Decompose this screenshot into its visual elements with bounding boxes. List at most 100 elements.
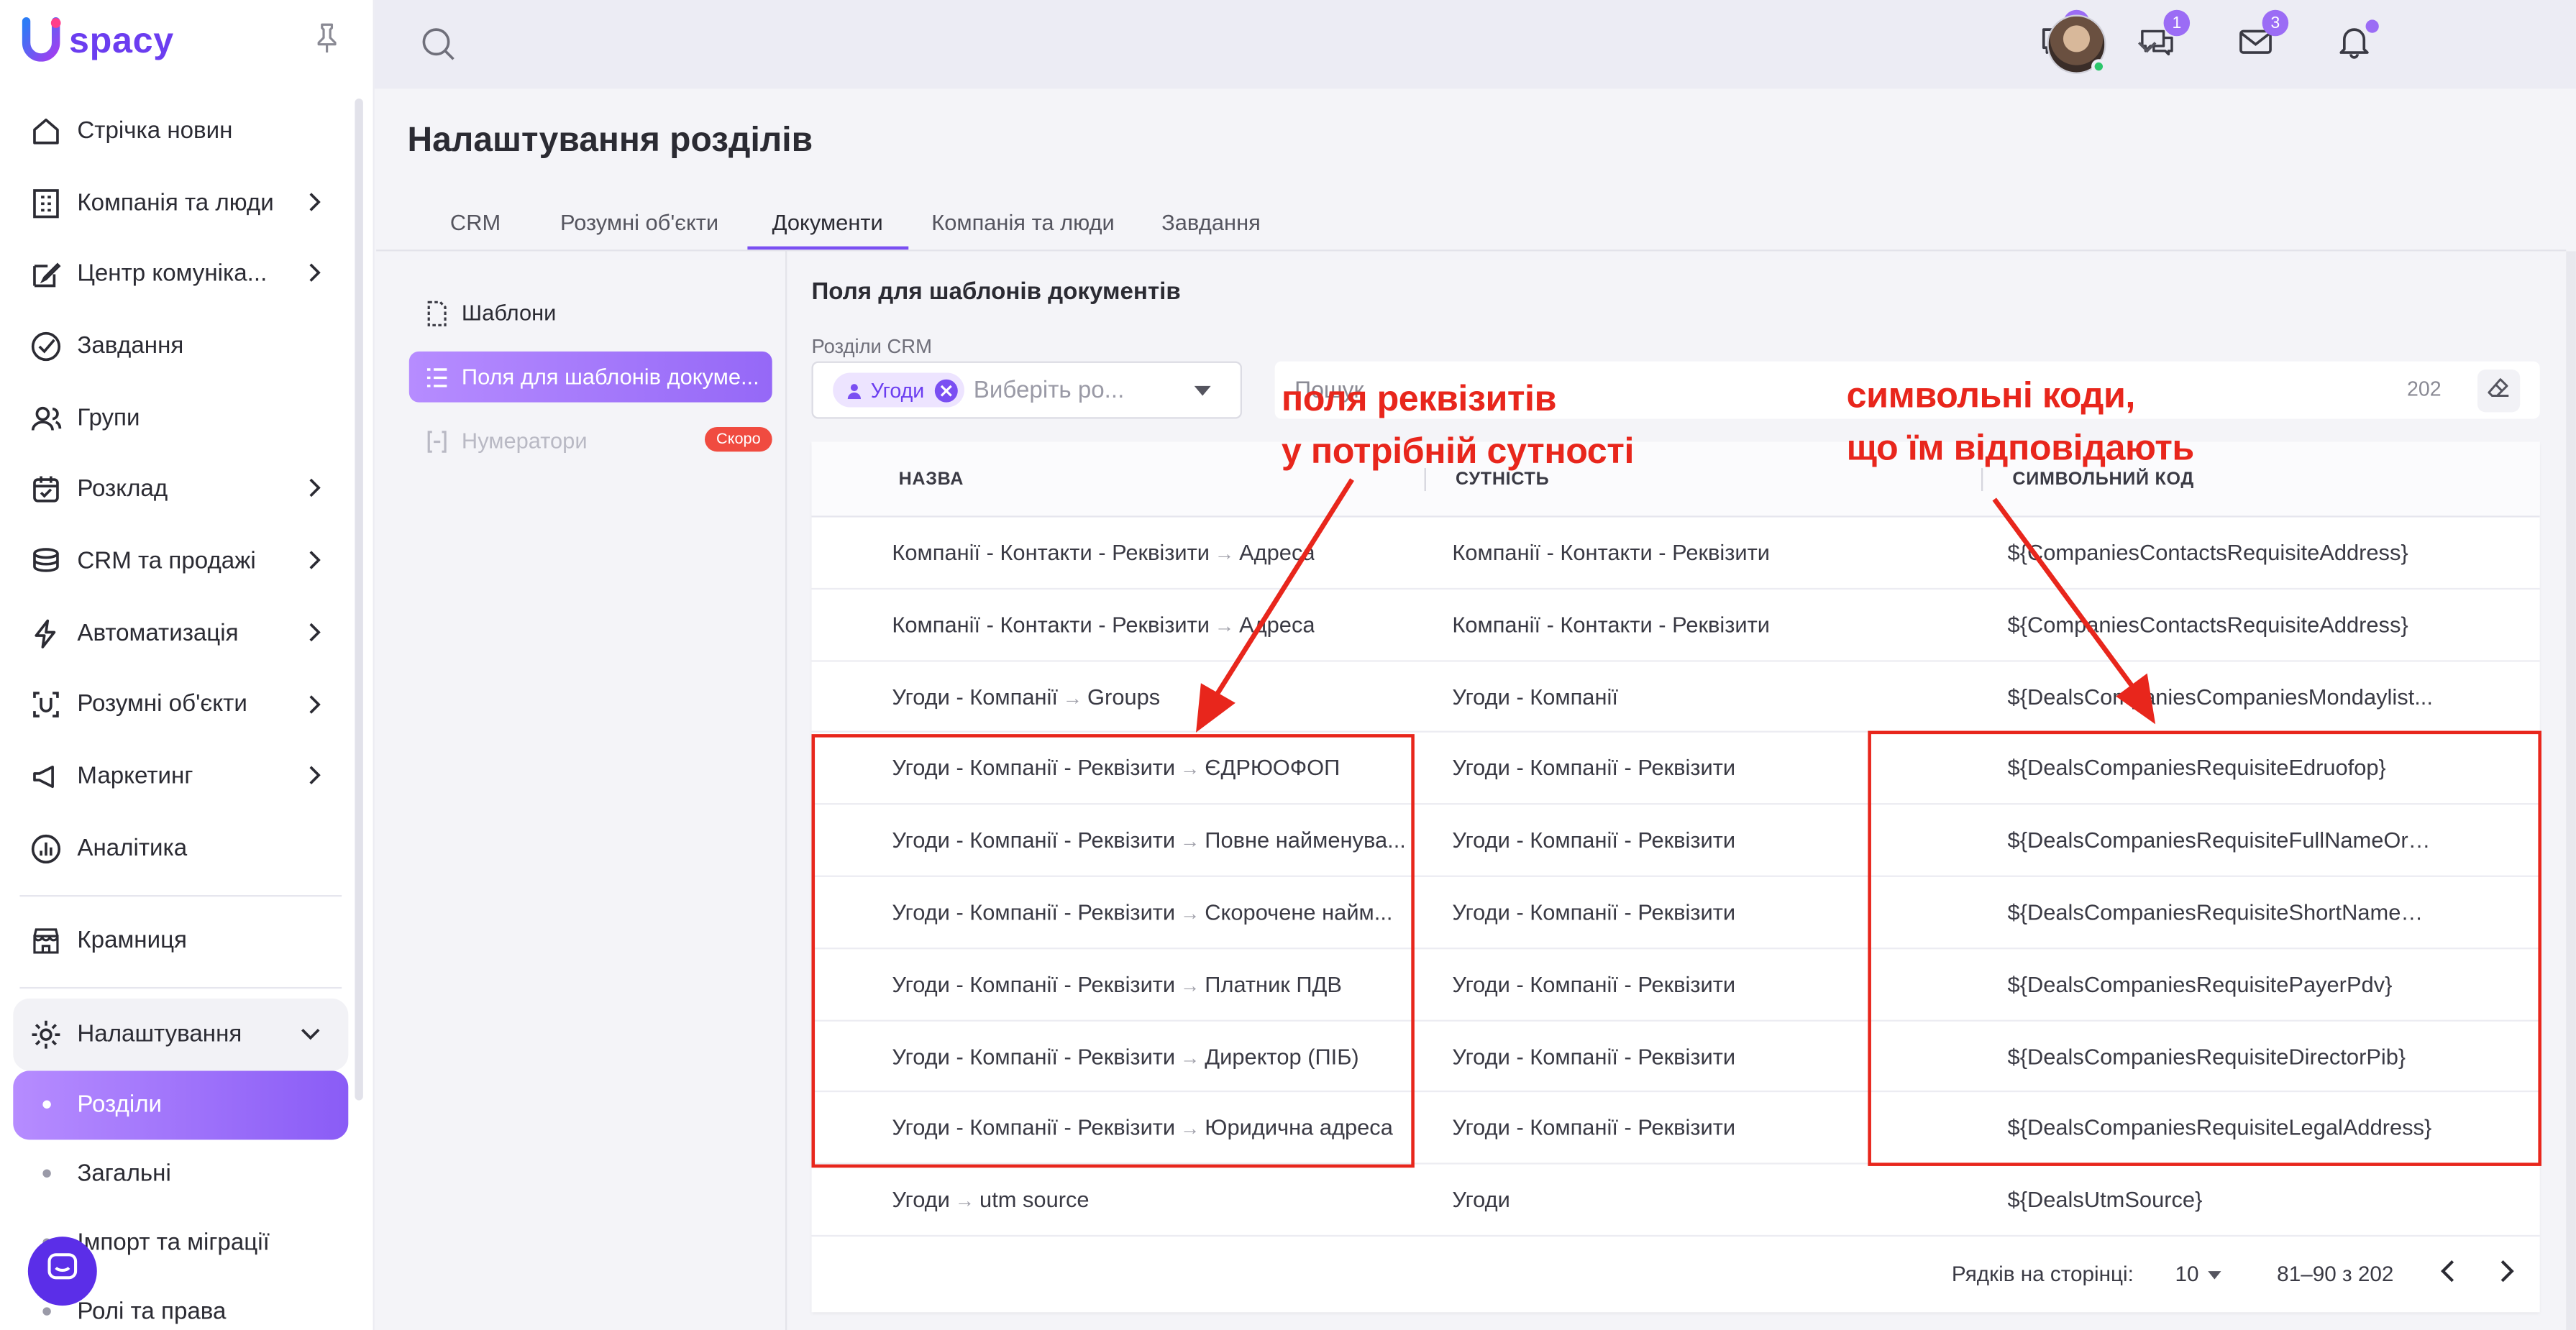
chip-remove-icon[interactable] bbox=[933, 378, 957, 402]
sidebar-item-analytics[interactable]: Аналітика bbox=[13, 812, 348, 884]
pin-icon[interactable] bbox=[316, 23, 339, 61]
crm-sections-label: Розділи CRM bbox=[811, 335, 932, 358]
cell-code[interactable]: ${CompaniesContactsRequisiteAddress} bbox=[2008, 541, 2408, 565]
cell-name: Компанії - Контакти - Реквізити → Адреса bbox=[892, 541, 1315, 565]
chevron-left-icon bbox=[2438, 1260, 2461, 1289]
sidebar-item-label: Центр комуніка... bbox=[77, 261, 268, 288]
building-icon bbox=[29, 186, 63, 219]
tab-smart-objects[interactable]: Розумні об'єкти bbox=[560, 210, 718, 234]
menu-item-label: Нумератори bbox=[461, 428, 588, 454]
logo[interactable]: spacy bbox=[19, 17, 173, 66]
selected-chip[interactable]: Угоди bbox=[833, 372, 964, 408]
rows-per-page-label: Рядків на сторінці: bbox=[1951, 1261, 2134, 1286]
sidebar-item-label: CRM та продажі bbox=[77, 548, 256, 575]
settings-sub-item-sections[interactable]: Розділи bbox=[13, 1070, 349, 1140]
tab-company[interactable]: Компанія та люди bbox=[931, 210, 1114, 234]
chat-icon bbox=[45, 1249, 81, 1293]
notifications-button[interactable] bbox=[2336, 19, 2379, 68]
coins-icon bbox=[29, 545, 63, 578]
tab-tasks[interactable]: Завдання bbox=[1161, 210, 1261, 234]
chevron-right-icon bbox=[306, 549, 322, 578]
sidebar-item-groups[interactable]: Групи bbox=[13, 382, 348, 454]
field-name: Адреса bbox=[1239, 540, 1315, 565]
crm-sections-select[interactable]: Угоди Виберіть ро... bbox=[811, 361, 1243, 419]
list-icon bbox=[426, 365, 449, 388]
annotation-line: символьні коди, bbox=[1846, 374, 2136, 416]
next-page-button[interactable] bbox=[2494, 1258, 2517, 1289]
sidebar-item-tasks[interactable]: Завдання bbox=[13, 311, 348, 382]
chevron-down-icon bbox=[299, 1022, 322, 1048]
settings-sub-item-general[interactable]: Загальні bbox=[13, 1139, 348, 1209]
cell-entity: Компанії - Контакти - Реквізити bbox=[1452, 612, 1770, 637]
menu-item-template-fields[interactable]: Поля для шаблонів докуме... bbox=[408, 351, 772, 403]
active-tab-indicator bbox=[747, 246, 909, 250]
sidebar-item-company[interactable]: Компанія та люди bbox=[13, 167, 348, 239]
menu-item-label: Шаблони bbox=[461, 301, 557, 326]
select-placeholder: Виберіть ро... bbox=[973, 377, 1125, 403]
rows-per-page-caret-icon[interactable] bbox=[2208, 1271, 2221, 1280]
sidebar-item-automation[interactable]: Автоматизація bbox=[13, 597, 348, 669]
clear-filter-button[interactable] bbox=[2477, 369, 2521, 413]
sidebar-item-smart-objects[interactable]: Розумні об'єкти bbox=[13, 669, 348, 741]
search-icon[interactable] bbox=[421, 27, 457, 71]
arrow-right-icon: → bbox=[1214, 541, 1235, 565]
mail-icon bbox=[2237, 29, 2273, 66]
smart-object-icon bbox=[29, 689, 63, 722]
rows-per-page-select[interactable]: 10 bbox=[2175, 1261, 2199, 1285]
support-chat-button[interactable] bbox=[27, 1237, 97, 1306]
sidebar-item-label: Завдання bbox=[77, 333, 184, 360]
menu-item-templates[interactable]: Шаблони bbox=[409, 288, 772, 339]
sidebar-item-communication[interactable]: Центр комуніка... bbox=[13, 239, 348, 311]
tab-documents[interactable]: Документи bbox=[772, 210, 883, 234]
annotation-box-fields bbox=[811, 734, 1415, 1168]
mail-button[interactable]: 3 bbox=[2237, 9, 2289, 68]
menu-item-numerators: Нумератори Скоро bbox=[409, 416, 772, 467]
sidebar-item-marketing[interactable]: Маркетинг bbox=[13, 741, 348, 813]
chip-label: Угоди bbox=[870, 378, 925, 402]
table-row[interactable]: Компанії - Контакти - Реквізити → Адреса Ко… bbox=[811, 590, 2540, 661]
annotation-line: що їм відповідають bbox=[1846, 426, 2195, 469]
cell-name: Угоди → utm source bbox=[892, 1188, 1089, 1212]
column-header-name[interactable]: НАЗВА bbox=[899, 469, 964, 489]
content-scrollbar[interactable] bbox=[2566, 251, 2576, 1330]
file-icon bbox=[426, 300, 449, 326]
sidebar-item-label: Групи bbox=[77, 405, 140, 431]
logo-mark-icon bbox=[19, 17, 65, 66]
chevron-right-icon bbox=[2494, 1260, 2517, 1289]
sidebar-item-crm[interactable]: CRM та продажі bbox=[13, 526, 348, 597]
cell-code[interactable]: ${DealsCompaniesCompaniesMondaylist... bbox=[2008, 684, 2433, 709]
cell-name: Компанії - Контакти - Реквізити → Адреса bbox=[892, 613, 1315, 637]
pagination: Рядків на сторінці: 10 81–90 з 202 bbox=[811, 1237, 2539, 1312]
edit-icon bbox=[29, 258, 63, 291]
sidebar-item-schedule[interactable]: Розклад bbox=[13, 454, 348, 526]
settings-sub-item-label: Загальні bbox=[77, 1160, 171, 1188]
cell-code[interactable]: ${CompaniesContactsRequisiteAddress} bbox=[2008, 613, 2408, 637]
cell-entity: Угоди - Компанії - Реквізити bbox=[1452, 827, 1736, 853]
bullet-dot bbox=[42, 1308, 51, 1316]
cell-code[interactable]: ${DealsUtmSource} bbox=[2008, 1188, 2203, 1212]
sidebar-item-store[interactable]: Крамниця bbox=[13, 906, 348, 978]
table-row[interactable]: Угоди → utm source Угоди ${DealsUtmSource} bbox=[811, 1165, 2540, 1237]
table-row[interactable]: Компанії - Контакти - Реквізити → Адреса Ко… bbox=[811, 518, 2540, 590]
table-row[interactable]: Угоди - Компанії → Groups Угоди - Компанії $… bbox=[811, 661, 2540, 733]
sidebar: spacy Стрічка новин Компанія та люди Цен… bbox=[0, 0, 375, 1330]
sidebar-scrollbar[interactable] bbox=[355, 98, 363, 1101]
cell-entity: Угоди - Компанії - Реквізити bbox=[1452, 971, 1736, 997]
page-title: Налаштування розділів bbox=[407, 121, 813, 160]
messages-badge: 1 bbox=[2163, 9, 2191, 37]
cell-name: Угоди - Компанії → Groups bbox=[892, 684, 1160, 709]
store-icon bbox=[29, 925, 63, 958]
tab-crm[interactable]: CRM bbox=[450, 210, 501, 234]
cell-entity: Угоди - Компанії - Реквізити bbox=[1452, 1043, 1736, 1069]
eraser-icon bbox=[2488, 375, 2511, 406]
dropdown-caret-icon[interactable] bbox=[1194, 385, 1211, 396]
calendar-icon bbox=[29, 474, 63, 507]
sidebar-item-settings[interactable]: Налаштування bbox=[13, 999, 349, 1071]
chevron-down-icon[interactable] bbox=[2136, 33, 2159, 63]
sidebar-nav: Стрічка новин Компанія та люди Центр ком… bbox=[13, 95, 349, 1330]
section-title: Поля для шаблонів документів bbox=[811, 279, 1181, 306]
sidebar-item-news[interactable]: Стрічка новин bbox=[13, 95, 348, 167]
home-icon bbox=[29, 115, 63, 148]
prev-page-button[interactable] bbox=[2438, 1258, 2461, 1289]
sidebar-item-label: Автоматизація bbox=[77, 620, 239, 647]
